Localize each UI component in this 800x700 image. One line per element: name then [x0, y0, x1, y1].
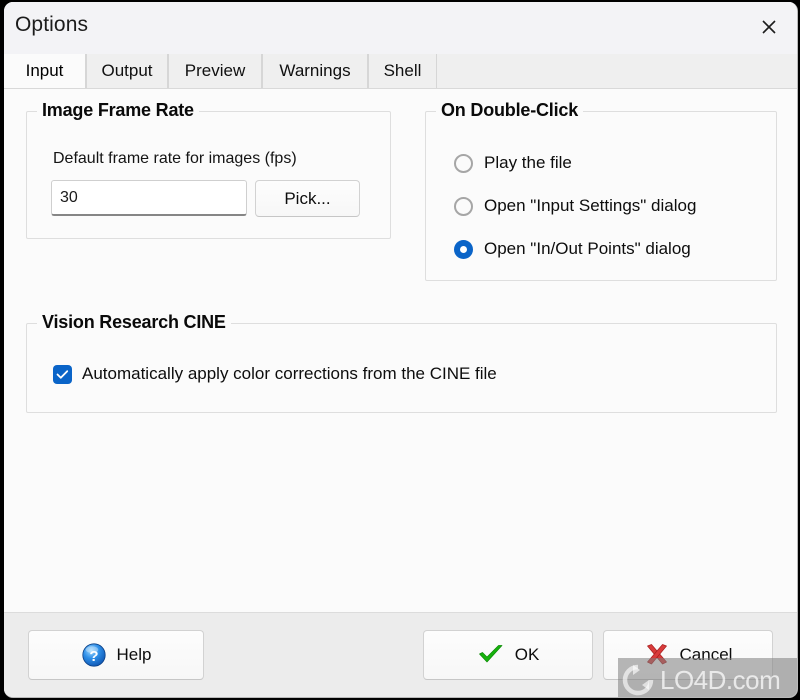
red-x-icon: [644, 643, 670, 667]
check-icon: [56, 369, 69, 379]
footer-button-bar: ? Help OK Cancel: [4, 612, 797, 697]
cancel-button-label: Cancel: [679, 645, 733, 664]
radio-indicator: [454, 153, 473, 173]
help-button-label: Help: [116, 645, 152, 664]
tab-warnings-label: Warnings: [279, 61, 351, 80]
tab-input-label: Input: [25, 61, 64, 80]
tab-shell[interactable]: Shell: [368, 54, 437, 88]
group-vision-research-cine: Vision Research CINE Automatically apply…: [26, 312, 777, 413]
radio-open-input-settings[interactable]: Open "Input Settings" dialog: [454, 196, 696, 216]
group-image-frame-rate: Image Frame Rate Default frame rate for …: [26, 100, 391, 239]
close-icon: [762, 20, 776, 34]
ok-button-label: OK: [514, 645, 540, 664]
title-bar: Options: [4, 2, 797, 54]
radio-play-the-file-label: Play the file: [484, 153, 572, 172]
cancel-button[interactable]: Cancel: [603, 630, 773, 680]
question-mark-icon: ?: [81, 642, 107, 668]
group-vision-research-cine-title: Vision Research CINE: [37, 312, 231, 333]
radio-open-input-settings-label: Open "Input Settings" dialog: [484, 196, 697, 215]
svg-text:?: ?: [89, 648, 98, 665]
options-dialog-window: Options Input Output Preview Warnings Sh…: [4, 2, 798, 698]
radio-open-in-out-points-label: Open "In/Out Points" dialog: [484, 239, 691, 258]
tab-warnings[interactable]: Warnings: [262, 54, 368, 88]
tab-shell-label: Shell: [383, 61, 422, 80]
ok-button[interactable]: OK: [423, 630, 593, 680]
green-check-icon: [477, 643, 505, 667]
tab-input[interactable]: Input: [4, 54, 86, 88]
help-button[interactable]: ? Help: [28, 630, 204, 680]
radio-indicator-selected: [454, 239, 473, 259]
pick-button-label: Pick...: [284, 188, 331, 208]
group-image-frame-rate-title: Image Frame Rate: [37, 100, 199, 121]
radio-play-the-file[interactable]: Play the file: [454, 153, 572, 173]
pick-button[interactable]: Pick...: [255, 180, 360, 217]
tab-output-label: Output: [101, 61, 153, 80]
radio-open-in-out-points[interactable]: Open "In/Out Points" dialog: [454, 239, 691, 259]
tab-output[interactable]: Output: [86, 54, 168, 88]
tab-preview[interactable]: Preview: [168, 54, 262, 88]
close-button[interactable]: [752, 12, 786, 42]
radio-indicator: [454, 196, 473, 216]
tab-preview-label: Preview: [184, 61, 246, 80]
checkbox-indicator-checked: [53, 364, 72, 384]
frame-rate-field-label: Default frame rate for images (fps): [53, 150, 297, 167]
tab-content-input: Image Frame Rate Default frame rate for …: [4, 88, 797, 612]
group-on-double-click: On Double-Click Play the file Open "Inpu…: [425, 100, 777, 281]
group-on-double-click-title: On Double-Click: [436, 100, 584, 121]
checkbox-auto-color-corrections-label: Automatically apply color corrections fr…: [82, 364, 497, 383]
checkbox-auto-color-corrections[interactable]: Automatically apply color corrections fr…: [53, 364, 497, 384]
tab-strip: Input Output Preview Warnings Shell: [4, 54, 797, 88]
window-title: Options: [15, 13, 89, 36]
frame-rate-input[interactable]: [51, 180, 247, 216]
